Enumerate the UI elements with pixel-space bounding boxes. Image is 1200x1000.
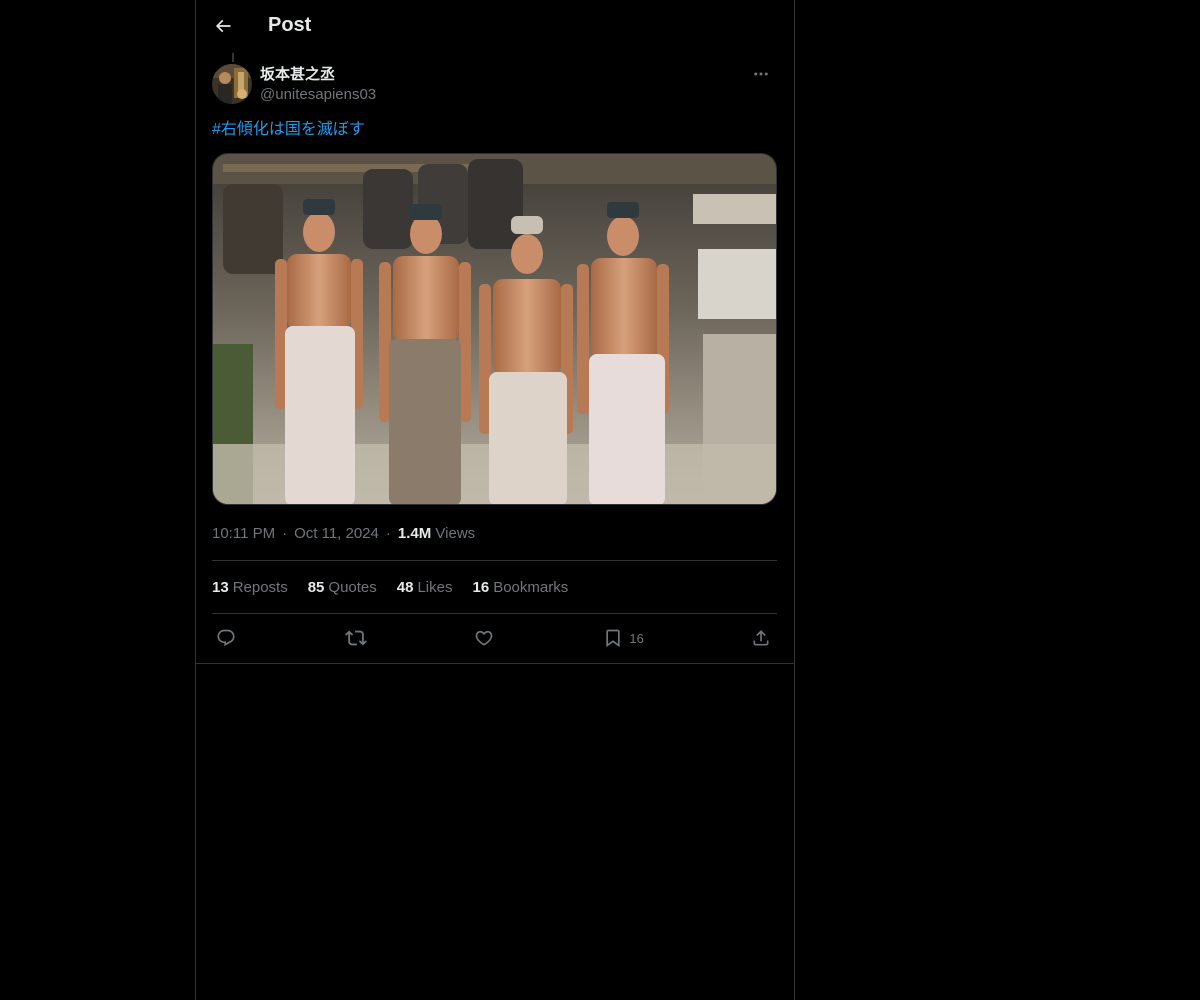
author-meta: 坂本甚之丞 @unitesapiens03 bbox=[260, 65, 376, 105]
post-bottom-divider bbox=[196, 663, 794, 664]
views-count: 1.4M bbox=[397, 525, 432, 542]
avatar-image bbox=[212, 64, 252, 104]
bookmark-button[interactable]: 16 bbox=[603, 628, 644, 648]
primary-column: Post 坂本甚之丞 @unitesapiens03 #右傾化は国を滅ぼす 10… bbox=[195, 0, 795, 1000]
reply-icon bbox=[217, 629, 235, 647]
back-button[interactable] bbox=[206, 9, 240, 43]
quotes-stat[interactable]: 85 Quotes bbox=[308, 579, 377, 596]
separator-dot: · bbox=[385, 525, 391, 542]
photo-image bbox=[213, 154, 776, 504]
views-label: Views bbox=[435, 525, 476, 542]
reposts-label: Reposts bbox=[232, 578, 288, 596]
bookmarks-count: 16 bbox=[472, 578, 490, 596]
share-icon bbox=[753, 630, 769, 646]
likes-stat[interactable]: 48 Likes bbox=[397, 579, 453, 596]
bookmark-icon bbox=[606, 629, 621, 648]
author-handle[interactable]: @unitesapiens03 bbox=[260, 85, 376, 105]
like-button[interactable] bbox=[474, 628, 496, 648]
separator-dot: · bbox=[282, 525, 288, 542]
quotes-label: Quotes bbox=[328, 578, 377, 596]
arrow-left-icon bbox=[215, 19, 231, 33]
bookmarks-label: Bookmarks bbox=[493, 578, 569, 596]
post-meta: 10:11 PM · Oct 11, 2024 · 1.4M Views bbox=[212, 523, 777, 561]
avatar[interactable] bbox=[212, 64, 252, 104]
post-date[interactable]: Oct 11, 2024 bbox=[294, 525, 379, 542]
heart-icon bbox=[475, 630, 493, 646]
post-article: 坂本甚之丞 @unitesapiens03 #右傾化は国を滅ぼす 10:11 P… bbox=[196, 53, 794, 662]
post-text: #右傾化は国を滅ぼす bbox=[212, 119, 778, 141]
post-time[interactable]: 10:11 PM bbox=[212, 525, 275, 542]
more-horizontal-icon bbox=[754, 72, 768, 76]
share-button[interactable] bbox=[751, 628, 773, 648]
quotes-count: 85 bbox=[307, 578, 325, 596]
likes-label: Likes bbox=[417, 578, 453, 596]
hashtag-link[interactable]: #右傾化は国を滅ぼす bbox=[212, 121, 365, 138]
page-header: Post bbox=[196, 0, 794, 53]
author-name[interactable]: 坂本甚之丞 bbox=[260, 65, 376, 85]
repost-icon bbox=[345, 630, 368, 646]
reposts-stat[interactable]: 13 Reposts bbox=[212, 579, 288, 596]
reply-button[interactable] bbox=[216, 628, 238, 648]
engagement-stats: 13 Reposts 85 Quotes 48 Likes 16 Bookmarks bbox=[212, 561, 777, 614]
reposts-count: 13 bbox=[212, 578, 229, 596]
likes-count: 48 bbox=[396, 578, 414, 596]
repost-button[interactable] bbox=[345, 627, 368, 649]
bookmarks-stat[interactable]: 16 Bookmarks bbox=[473, 579, 569, 596]
bookmark-count: 16 bbox=[629, 630, 644, 646]
more-button[interactable] bbox=[744, 59, 778, 89]
post-photo[interactable] bbox=[212, 153, 777, 505]
author-row: 坂本甚之丞 @unitesapiens03 bbox=[212, 53, 778, 105]
page-title: Post bbox=[268, 14, 312, 36]
action-bar: 16 bbox=[212, 614, 777, 662]
